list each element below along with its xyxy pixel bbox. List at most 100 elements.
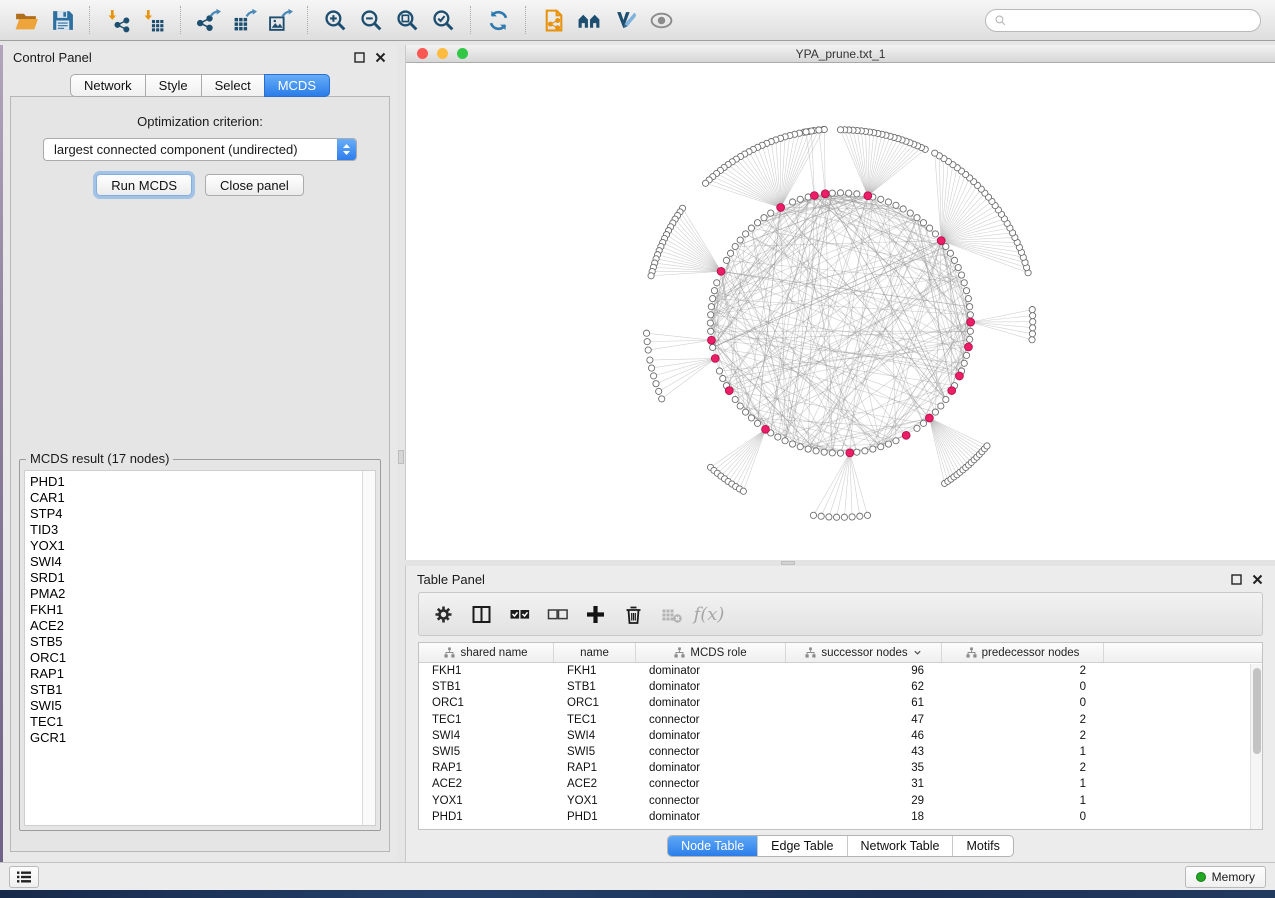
table-row[interactable]: TEC1TEC1connector472 [419, 712, 1262, 728]
cell-shared-name: STB1 [419, 681, 554, 693]
network-view-panel: YPA_prune.txt_1 [405, 45, 1275, 560]
cell-MCDS-role: dominator [636, 762, 786, 774]
table-row[interactable]: FKH1FKH1dominator962 [419, 663, 1262, 679]
close-panel-icon[interactable] [374, 51, 387, 64]
export-network-icon[interactable] [190, 3, 226, 37]
mcds-tab-content: Optimization criterion: largest connecte… [10, 96, 390, 852]
network-graph[interactable] [406, 63, 1275, 560]
column-header-MCDS-role[interactable]: MCDS role [636, 643, 786, 662]
close-panel-button[interactable]: Close panel [205, 174, 304, 196]
table-row[interactable]: PHD1PHD1dominator180 [419, 809, 1262, 825]
cell-MCDS-role: dominator [636, 681, 786, 693]
export-table-icon[interactable] [226, 3, 262, 37]
mcds-result-item[interactable]: SWI5 [30, 698, 362, 714]
table-row[interactable]: ORC1ORC1dominator610 [419, 695, 1262, 711]
task-history-button[interactable] [9, 866, 39, 888]
cell-name: PHD1 [554, 811, 636, 823]
control-panel-title: Control Panel [13, 50, 92, 65]
splitter-grip-h[interactable] [781, 561, 795, 565]
cell-successor-nodes: 96 [786, 665, 942, 677]
mcds-result-item[interactable]: ORC1 [30, 650, 362, 666]
tab-edge-table[interactable]: Edge Table [757, 836, 846, 856]
horizontal-splitter[interactable] [405, 560, 1275, 566]
add-icon[interactable] [579, 598, 611, 630]
table-row[interactable]: RAP1RAP1dominator352 [419, 760, 1262, 776]
mcds-result-item[interactable]: TEC1 [30, 714, 362, 730]
table-panel: Table Panel f(x) shared namenameMCDS rol… [405, 566, 1275, 862]
refresh-layout-icon[interactable] [480, 3, 516, 37]
mcds-result-item[interactable]: STB5 [30, 634, 362, 650]
table-row[interactable]: STB1STB1dominator620 [419, 679, 1262, 695]
float-panel-icon[interactable] [353, 51, 366, 64]
first-neighbors-icon[interactable] [571, 3, 607, 37]
close-table-panel-icon[interactable] [1251, 573, 1264, 586]
app-window: Control Panel NetworkStyleSelectMCDS Opt… [0, 0, 1275, 890]
save-session-icon[interactable] [44, 3, 80, 37]
mcds-result-item[interactable]: FKH1 [30, 602, 362, 618]
list-scrollbar[interactable] [362, 471, 375, 825]
mcds-result-item[interactable]: PMA2 [30, 586, 362, 602]
import-table-icon[interactable] [135, 3, 171, 37]
mcds-result-item[interactable]: STB1 [30, 682, 362, 698]
split-columns-icon[interactable] [465, 598, 497, 630]
optimization-criterion-select[interactable]: largest connected component (undirected) [43, 138, 357, 161]
node-table[interactable]: shared namenameMCDS rolesuccessor nodesp… [418, 642, 1263, 830]
search-input[interactable] [985, 9, 1261, 32]
column-header-successor-nodes[interactable]: successor nodes [786, 643, 942, 662]
cell-MCDS-role: connector [636, 714, 786, 726]
scrollbar-thumb[interactable] [1253, 668, 1261, 754]
mcds-result-item[interactable]: GCR1 [30, 730, 362, 746]
delete-icon[interactable] [617, 598, 649, 630]
network-canvas[interactable] [406, 63, 1275, 560]
tab-select[interactable]: Select [201, 74, 265, 97]
select-all-icon[interactable] [503, 598, 535, 630]
column-header-shared-name[interactable]: shared name [419, 643, 554, 662]
mcds-result-item[interactable]: ACE2 [30, 618, 362, 634]
zoom-fit-icon[interactable] [389, 3, 425, 37]
gear-icon[interactable] [427, 598, 459, 630]
cell-successor-nodes: 31 [786, 778, 942, 790]
tab-node-table[interactable]: Node Table [668, 836, 757, 856]
toolbar-separator [470, 6, 471, 34]
cell-name: ACE2 [554, 778, 636, 790]
vertical-splitter[interactable] [397, 45, 405, 862]
tab-mcds[interactable]: MCDS [264, 74, 330, 97]
memory-button[interactable]: Memory [1185, 866, 1266, 888]
import-network-icon[interactable] [99, 3, 135, 37]
float-table-panel-icon[interactable] [1230, 573, 1243, 586]
zoom-in-icon[interactable] [317, 3, 353, 37]
export-image-icon[interactable] [262, 3, 298, 37]
table-row[interactable]: YOX1YOX1connector291 [419, 793, 1262, 809]
table-header-row: shared namenameMCDS rolesuccessor nodesp… [419, 643, 1262, 663]
network-file-icon[interactable] [535, 3, 571, 37]
tab-motifs[interactable]: Motifs [952, 836, 1012, 856]
mcds-result-item[interactable]: YOX1 [30, 538, 362, 554]
column-header-predecessor-nodes[interactable]: predecessor nodes [942, 643, 1104, 662]
table-row[interactable]: SWI4SWI4dominator462 [419, 728, 1262, 744]
mcds-result-item[interactable]: TID3 [30, 522, 362, 538]
mcds-result-item[interactable]: SRD1 [30, 570, 362, 586]
zoom-selected-icon[interactable] [425, 3, 461, 37]
cell-name: TEC1 [554, 714, 636, 726]
hide-selected-icon[interactable] [643, 3, 679, 37]
table-row[interactable]: ACE2ACE2connector311 [419, 776, 1262, 792]
mcds-result-item[interactable]: CAR1 [30, 490, 362, 506]
tab-network[interactable]: Network [70, 74, 146, 97]
column-header-name[interactable]: name [554, 643, 636, 662]
mcds-result-item[interactable]: RAP1 [30, 666, 362, 682]
open-folder-icon[interactable] [8, 3, 44, 37]
mcds-result-list[interactable]: PHD1CAR1STP4TID3YOX1SWI4SRD1PMA2FKH1ACE2… [24, 470, 376, 826]
tab-style[interactable]: Style [145, 74, 202, 97]
tab-network-table[interactable]: Network Table [847, 836, 953, 856]
mcds-result-groupbox: MCDS result (17 nodes) PHD1CAR1STP4TID3Y… [19, 459, 381, 831]
table-row[interactable]: SWI5SWI5connector431 [419, 744, 1262, 760]
table-scrollbar[interactable] [1250, 664, 1262, 829]
mcds-result-item[interactable]: PHD1 [30, 474, 362, 490]
deselect-all-icon[interactable] [541, 598, 573, 630]
splitter-grip[interactable] [398, 450, 404, 464]
mcds-result-item[interactable]: SWI4 [30, 554, 362, 570]
run-mcds-button[interactable]: Run MCDS [96, 174, 192, 196]
vizmap-icon[interactable] [607, 3, 643, 37]
mcds-result-item[interactable]: STP4 [30, 506, 362, 522]
zoom-out-icon[interactable] [353, 3, 389, 37]
